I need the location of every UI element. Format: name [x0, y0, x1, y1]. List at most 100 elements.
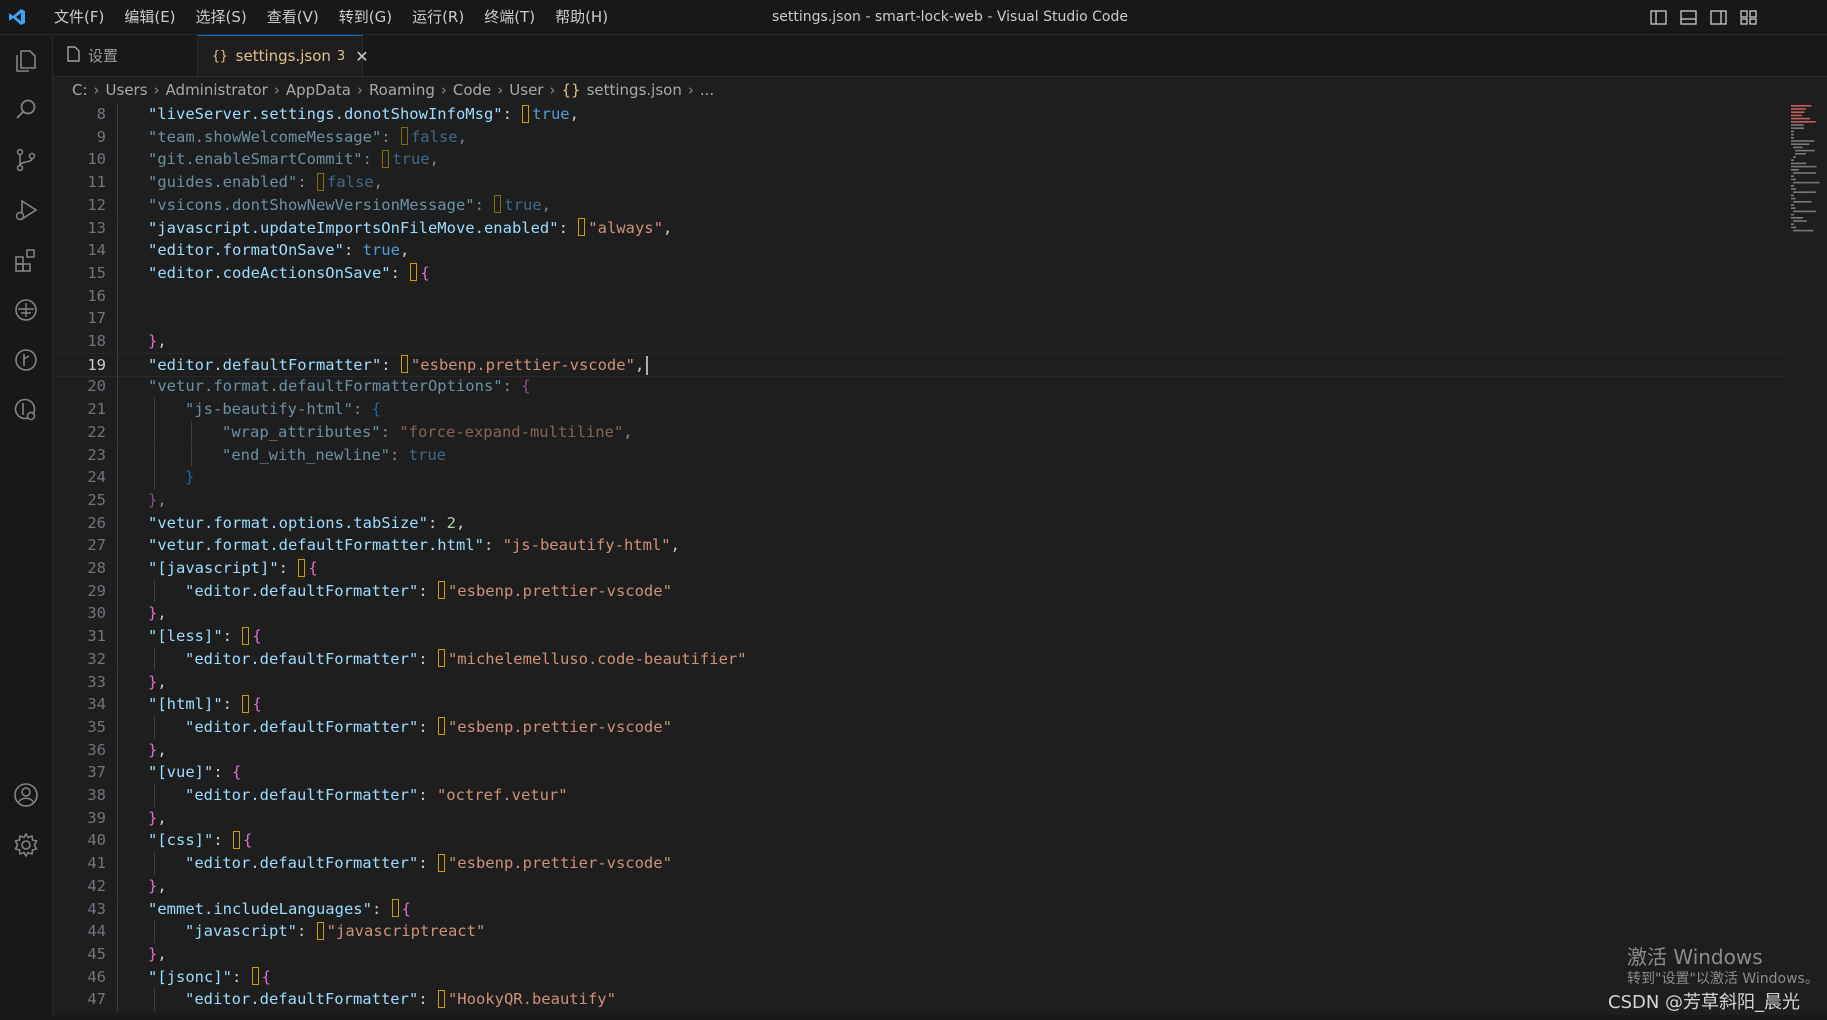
indent-guide — [117, 806, 118, 830]
breadcrumb-item[interactable]: Users — [106, 81, 148, 99]
close-icon[interactable]: ✕ — [355, 47, 368, 66]
code-line[interactable]: 38 "editor.defaultFormatter": "octref.vet… — [53, 784, 1783, 807]
indent-guide — [117, 261, 118, 285]
search-icon[interactable] — [0, 85, 52, 135]
code-line[interactable]: 8 "liveServer.settings.donotShowInfoMsg":… — [53, 103, 1783, 126]
code-text: "editor.codeActionsOnSave": { — [148, 263, 430, 282]
breadcrumb-item[interactable]: User — [509, 81, 543, 99]
code-line[interactable]: 43 "emmet.includeLanguages": { — [53, 897, 1783, 921]
menu-terminal[interactable]: 终端(T) — [474, 0, 545, 34]
indent-guide — [117, 784, 118, 807]
code-line[interactable]: 25}, — [53, 488, 1783, 512]
code-line[interactable]: 29 "editor.defaultFormatter": "esbenp.pre… — [53, 579, 1783, 603]
code-line[interactable]: 40 "[css]": { — [53, 829, 1783, 853]
code-line[interactable]: 45}, — [53, 942, 1783, 966]
menu-file[interactable]: 文件(F) — [44, 0, 114, 34]
code-line[interactable]: 14 "editor.formatOnSave": true, — [53, 239, 1783, 262]
line-number: 29 — [87, 581, 106, 600]
code-line[interactable]: 21 "js-beautify-html": { — [53, 398, 1783, 421]
code-line[interactable]: 34 "[html]": { — [53, 693, 1783, 716]
minimap-line — [1791, 185, 1794, 187]
menu-run[interactable]: 运行(R) — [402, 0, 474, 34]
code-editor[interactable]: 8 "liveServer.settings.donotShowInfoMsg":… — [53, 103, 1783, 1020]
code-line[interactable]: 15 "editor.codeActionsOnSave": { — [53, 261, 1783, 285]
code-line[interactable]: 9 "team.showWelcomeMessage": false, — [53, 125, 1783, 149]
breadcrumb-item[interactable]: Code — [453, 81, 491, 99]
menu-view[interactable]: 查看(V) — [257, 0, 329, 34]
git-graph-icon[interactable] — [0, 385, 52, 435]
code-line[interactable]: 24} — [53, 466, 1783, 489]
indent-guide — [117, 239, 118, 262]
code-line[interactable]: 19 "editor.defaultFormatter": "esbenp.pre… — [53, 352, 1783, 378]
code-line[interactable]: 30}, — [53, 602, 1783, 626]
run-debug-icon[interactable] — [0, 185, 52, 235]
toggle-secondary-sidebar-icon[interactable] — [1710, 9, 1727, 26]
code-line[interactable]: 39}, — [53, 806, 1783, 830]
accounts-icon[interactable] — [0, 770, 52, 820]
code-line[interactable]: 18}, — [53, 330, 1783, 353]
line-number: 18 — [87, 332, 106, 350]
code-line[interactable]: 27 "vetur.format.defaultFormatter.html": … — [53, 534, 1783, 557]
indent-guide — [117, 738, 118, 762]
toggle-panel-icon[interactable] — [1680, 9, 1697, 26]
activity-bar — [0, 35, 53, 1020]
tab-settings[interactable]: 设置 — [53, 35, 198, 76]
toggle-sidebar-icon[interactable] — [1650, 9, 1667, 26]
inlay-marker — [437, 717, 445, 736]
menu-selection[interactable]: 选择(S) — [186, 0, 257, 34]
minimap-line — [1791, 223, 1794, 225]
line-number: 41 — [87, 854, 106, 873]
settings-gear-icon[interactable] — [0, 820, 52, 870]
code-line[interactable]: 12 "vsicons.dontShowNewVersionMessage": t… — [53, 193, 1783, 217]
indent-guide — [117, 443, 118, 467]
minimap-line — [1791, 169, 1799, 171]
code-line[interactable]: 28 "[javascript]": { — [53, 557, 1783, 580]
tab-settings-json[interactable]: {} settings.json 3 ✕ — [198, 35, 369, 76]
indent-guide — [117, 602, 118, 626]
code-line[interactable]: 36}, — [53, 738, 1783, 762]
breadcrumb-item[interactable]: Administrator — [166, 81, 268, 99]
code-line[interactable]: 33}, — [53, 670, 1783, 694]
code-line[interactable]: 10 "git.enableSmartCommit": true, — [53, 148, 1783, 172]
explorer-icon[interactable] — [0, 35, 52, 85]
menu-edit[interactable]: 编辑(E) — [114, 0, 185, 34]
indent-guide — [117, 557, 118, 580]
extensions-icon[interactable] — [0, 235, 52, 285]
code-line[interactable]: 46 "[jsonc]": { — [53, 965, 1783, 989]
code-line[interactable]: 31 "[less]": { — [53, 625, 1783, 648]
inlay-marker — [522, 104, 530, 123]
code-line[interactable]: 16 — [53, 284, 1783, 308]
code-line[interactable]: 26 "vetur.format.options.tabSize": 2, — [53, 511, 1783, 535]
customize-layout-icon[interactable] — [1740, 9, 1757, 26]
code-line[interactable]: 42}, — [53, 874, 1783, 898]
remote-explorer-icon[interactable] — [0, 285, 52, 335]
code-line[interactable]: 22 "wrap_attributes": "force-expand-multi… — [53, 420, 1783, 444]
code-line[interactable]: 13 "javascript.updateImportsOnFileMove.en… — [53, 216, 1783, 240]
inlay-marker — [437, 853, 445, 872]
breadcrumb-item[interactable]: ... — [700, 81, 714, 99]
indent-guide — [117, 511, 118, 535]
code-text: }, — [148, 490, 167, 509]
breadcrumb-item[interactable]: C: — [72, 81, 88, 99]
code-text: "[html]": { — [148, 694, 262, 714]
code-line[interactable]: 32 "editor.defaultFormatter": "michelemel… — [53, 647, 1783, 671]
code-line[interactable]: 17 — [53, 307, 1783, 330]
line-number: 39 — [87, 808, 106, 827]
code-line[interactable]: 20 "vetur.format.defaultFormatterOptions"… — [53, 375, 1783, 399]
code-line[interactable]: 41 "editor.defaultFormatter": "esbenp.pre… — [53, 852, 1783, 875]
code-line[interactable]: 23 "end_with_newline": true — [53, 443, 1783, 467]
source-control-icon[interactable] — [0, 135, 52, 185]
breadcrumb-item[interactable]: Roaming — [369, 81, 435, 99]
minimap-line — [1793, 172, 1816, 174]
code-line[interactable]: 11 "guides.enabled": false, — [53, 171, 1783, 194]
code-line[interactable]: 44 "javascript": "javascriptreact" — [53, 920, 1783, 943]
code-line[interactable]: 37 "[vue]": { — [53, 761, 1783, 784]
code-line[interactable]: 35 "editor.defaultFormatter": "esbenp.pre… — [53, 715, 1783, 739]
code-line[interactable]: 47 "editor.defaultFormatter": "HookyQR.be… — [53, 988, 1783, 1011]
breadcrumb-item[interactable]: settings.json — [587, 81, 682, 99]
menu-help[interactable]: 帮助(H) — [545, 0, 618, 34]
menu-go[interactable]: 转到(G) — [329, 0, 402, 34]
breadcrumb-item[interactable]: AppData — [286, 81, 351, 99]
minimap[interactable] — [1785, 103, 1827, 243]
gitlens-icon[interactable] — [0, 335, 52, 385]
